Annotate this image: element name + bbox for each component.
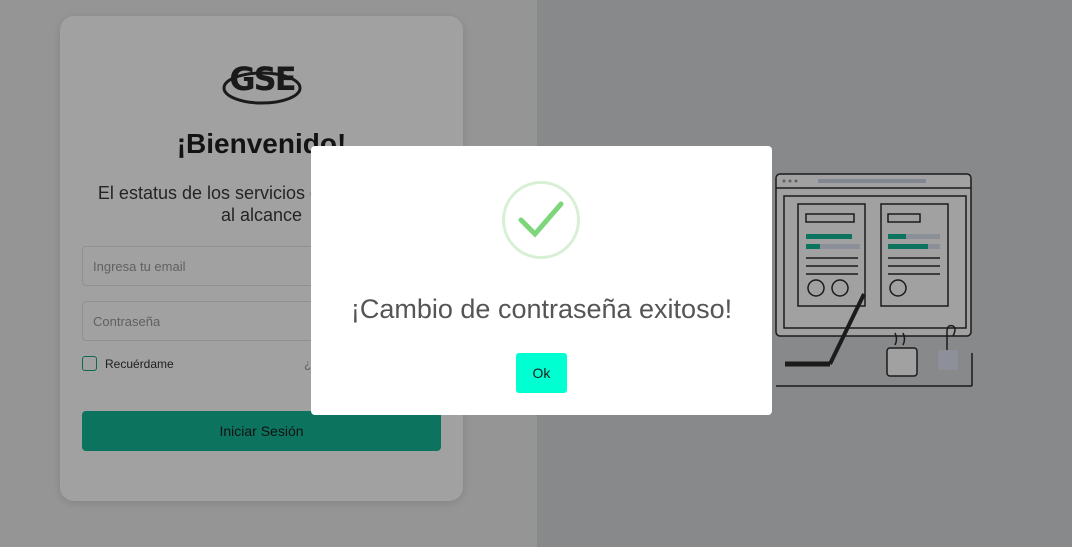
checkmark-circle-icon [502,181,580,259]
success-dialog: ¡Cambio de contraseña exitoso! Ok [311,146,772,415]
ok-button[interactable]: Ok [516,353,567,393]
dialog-title: ¡Cambio de contraseña exitoso! [350,294,733,324]
